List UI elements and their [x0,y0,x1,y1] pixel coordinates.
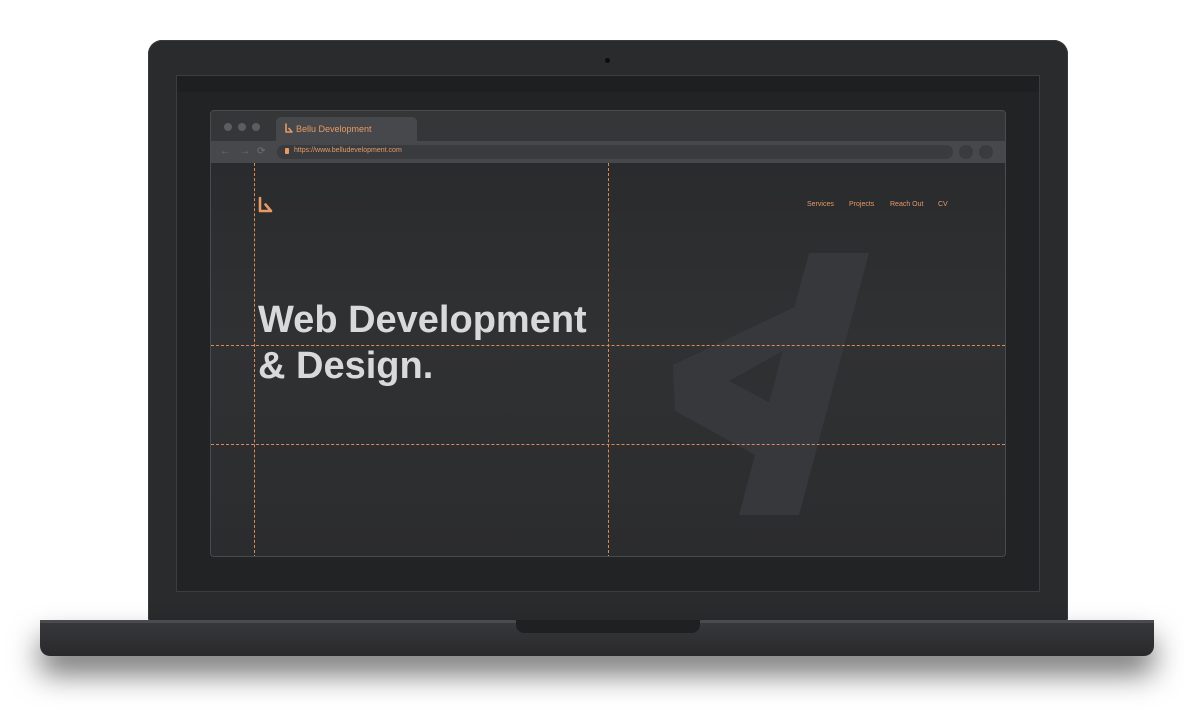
extension-button[interactable] [959,145,973,159]
browser-tab[interactable]: Bellu Development [276,117,417,143]
screen-bezel-band [177,76,1039,92]
back-arrow-icon[interactable]: ← [220,145,230,159]
hero-line-2: & Design. [258,345,434,387]
laptop-mockup: Bellu Development ← → ⟳ https://www.bell… [0,0,1184,710]
guide-line-vertical [254,163,255,556]
browser-tab-bar: Bellu Development [211,111,1005,143]
address-bar[interactable]: https://www.belludevelopment.com [277,145,953,159]
window-maximize-button[interactable] [252,123,260,131]
window-close-button[interactable] [224,123,232,131]
nav-link-cv[interactable]: CV [938,201,948,208]
profile-button[interactable] [979,145,993,159]
bellu-logo-icon [285,123,293,133]
guide-line-vertical [608,163,609,556]
browser-window: Bellu Development ← → ⟳ https://www.bell… [210,110,1006,557]
reload-icon[interactable]: ⟳ [257,145,265,159]
nav-link-projects[interactable]: Projects [849,201,874,208]
lock-icon [285,148,289,154]
guide-line-horizontal [211,444,1005,445]
window-minimize-button[interactable] [238,123,246,131]
nav-link-services[interactable]: Services [807,201,834,208]
bellu-logo-icon[interactable] [255,196,275,216]
webcam [605,58,610,63]
website-viewport: Services Projects Reach Out CV Web Devel… [211,163,1005,556]
hero-heading: Web Development & Design. [258,297,587,389]
hero-line-1: Web Development [258,299,587,341]
code-slash-icon [673,253,869,515]
url-text: https://www.belludevelopment.com [294,147,402,154]
tab-title: Bellu Development [296,124,372,134]
forward-arrow-icon[interactable]: → [240,145,250,159]
laptop-notch [516,620,700,633]
browser-toolbar: ← → ⟳ https://www.belludevelopment.com [211,141,1005,163]
nav-link-reach-out[interactable]: Reach Out [890,201,923,208]
